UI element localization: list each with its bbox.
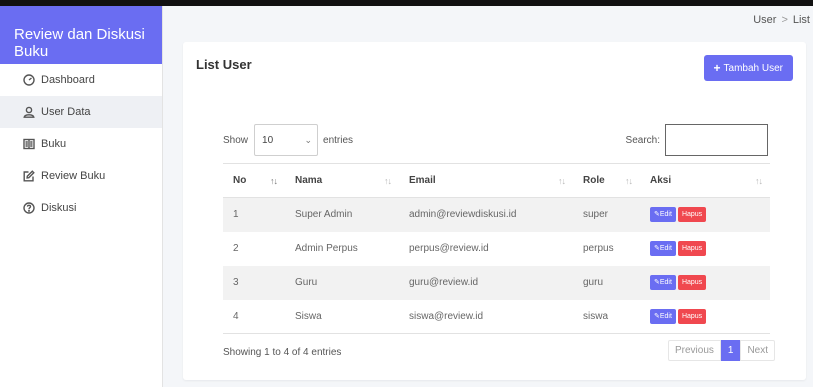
- add-user-button[interactable]: + Tambah User: [703, 55, 793, 81]
- cell-role: perpus: [583, 243, 614, 254]
- cell-nama: Siswa: [285, 299, 399, 334]
- column-header-no[interactable]: No ↑↓: [223, 163, 285, 198]
- cell-role: siswa: [573, 299, 640, 334]
- user-table: No ↑↓ Nama ↑↓ Email ↑↓ Role ↑↓ Aksi ↑↓ 1 Supe…: [223, 163, 770, 334]
- cell-no: 1: [223, 197, 285, 232]
- edit-button[interactable]: ✎Edit: [650, 308, 676, 324]
- header-label: Role: [583, 175, 605, 186]
- sort-icon: ↑↓: [270, 176, 278, 186]
- entries-length-value: 10: [262, 134, 274, 146]
- delete-button[interactable]: Hapus: [677, 207, 707, 223]
- cell-aksi: ✎Edit Hapus: [640, 232, 770, 266]
- pagination: Previous 1 Next: [667, 340, 775, 361]
- entries-length-select[interactable]: 10 ⌄: [254, 124, 319, 156]
- show-label: Show: [223, 134, 249, 146]
- edit-button[interactable]: ✎Edit: [650, 207, 676, 223]
- cell-nama: Admin Perpus: [295, 243, 358, 254]
- gauge-icon: [22, 74, 35, 87]
- cell-no: 2: [233, 243, 239, 254]
- sidebar-item-label: User Data: [41, 106, 91, 118]
- column-header-email[interactable]: Email ↑↓: [399, 163, 573, 198]
- table-info: Showing 1 to 4 of 4 entries: [223, 347, 342, 358]
- delete-button[interactable]: Hapus: [677, 241, 707, 256]
- breadcrumb-item-list: List: [792, 14, 810, 26]
- add-user-label: Tambah User: [723, 62, 783, 74]
- header-label: Email: [409, 175, 436, 186]
- cell-no: 4: [223, 299, 285, 334]
- cell-role: guru: [573, 265, 640, 300]
- sidebar-item-dashboard[interactable]: Dashboard: [0, 64, 162, 96]
- cell-email: siswa@review.id: [399, 299, 573, 334]
- cell-role: super: [573, 197, 640, 232]
- plus-icon: +: [713, 61, 721, 75]
- table-header-row: No ↑↓ Nama ↑↓ Email ↑↓ Role ↑↓ Aksi ↑↓: [223, 163, 770, 198]
- breadcrumb-separator: >: [781, 14, 788, 26]
- card-title: List User: [196, 57, 252, 72]
- search-label: Search:: [625, 134, 660, 146]
- table-row: 1 Super Admin admin@reviewdiskusi.id sup…: [223, 197, 770, 232]
- cell-aksi: ✎Edit Hapus: [640, 197, 770, 232]
- cell-email: guru@review.id: [399, 265, 573, 300]
- book-icon: [22, 138, 35, 151]
- sidebar-nav: Dashboard User Data Buku Review Buku Dis…: [0, 64, 162, 224]
- table-row: 4 Siswa siswa@review.id siswa ✎Edit Hapus: [223, 299, 770, 334]
- user-icon: [22, 106, 35, 119]
- cell-no: 3: [223, 265, 285, 300]
- delete-button[interactable]: Hapus: [677, 308, 707, 324]
- sort-icon: ↑↓: [384, 176, 392, 186]
- table-row: 2 Admin Perpus perpus@review.id perpus ✎…: [223, 232, 770, 266]
- delete-button[interactable]: Hapus: [677, 275, 707, 290]
- search-control: Search:: [626, 124, 768, 156]
- header-label: Nama: [295, 175, 323, 186]
- sidebar-item-label: Diskusi: [41, 202, 77, 214]
- edit-label: Edit: [659, 245, 672, 252]
- chevron-down-icon: ⌄: [304, 134, 313, 145]
- sidebar-item-review-buku[interactable]: Review Buku: [0, 160, 162, 192]
- search-input[interactable]: [665, 124, 768, 156]
- cell-email: perpus@review.id: [409, 243, 489, 254]
- header-label: No: [233, 175, 247, 186]
- edit-label: Edit: [659, 312, 672, 320]
- sidebar-item-label: Buku: [41, 138, 67, 150]
- edit-icon: [22, 170, 35, 183]
- sidebar-item-diskusi[interactable]: Diskusi: [0, 192, 162, 224]
- sidebar: Review dan Diskusi Buku Dashboard User D…: [0, 6, 163, 387]
- pagination-previous[interactable]: Previous: [667, 340, 721, 361]
- breadcrumb-item-user[interactable]: User: [753, 14, 776, 26]
- brand-title[interactable]: Review dan Diskusi Buku: [0, 6, 162, 64]
- entries-length-control: Show 10 ⌄ entries: [223, 124, 353, 156]
- header-label: Aksi: [650, 175, 672, 186]
- pagination-next[interactable]: Next: [740, 340, 775, 361]
- cell-aksi: ✎Edit Hapus: [640, 299, 770, 334]
- edit-button[interactable]: ✎Edit: [650, 275, 676, 290]
- cell-nama: Guru: [285, 265, 399, 300]
- sidebar-item-buku[interactable]: Buku: [0, 128, 162, 160]
- cell-nama: Super Admin: [285, 197, 399, 232]
- pagination-page-1[interactable]: 1: [720, 340, 741, 361]
- help-circle-icon: [22, 202, 35, 215]
- cell-email: admin@reviewdiskusi.id: [399, 197, 573, 232]
- table-row: 3 Guru guru@review.id guru ✎Edit Hapus: [223, 265, 770, 300]
- cell-aksi: ✎Edit Hapus: [640, 265, 770, 300]
- sort-icon: ↑↓: [558, 176, 566, 186]
- column-header-nama[interactable]: Nama ↑↓: [285, 163, 399, 198]
- entries-label: entries: [323, 134, 354, 146]
- sort-icon: ↑↓: [755, 176, 763, 186]
- sidebar-item-user-data[interactable]: User Data: [0, 96, 162, 128]
- column-header-aksi[interactable]: Aksi ↑↓: [640, 163, 770, 198]
- sidebar-item-label: Review Buku: [41, 170, 106, 182]
- breadcrumb: User > List: [753, 14, 810, 26]
- edit-label: Edit: [659, 279, 672, 286]
- sort-icon: ↑↓: [625, 176, 633, 186]
- edit-button[interactable]: ✎Edit: [650, 241, 676, 256]
- column-header-role[interactable]: Role ↑↓: [573, 163, 640, 198]
- sidebar-item-label: Dashboard: [41, 74, 95, 86]
- edit-label: Edit: [659, 211, 672, 219]
